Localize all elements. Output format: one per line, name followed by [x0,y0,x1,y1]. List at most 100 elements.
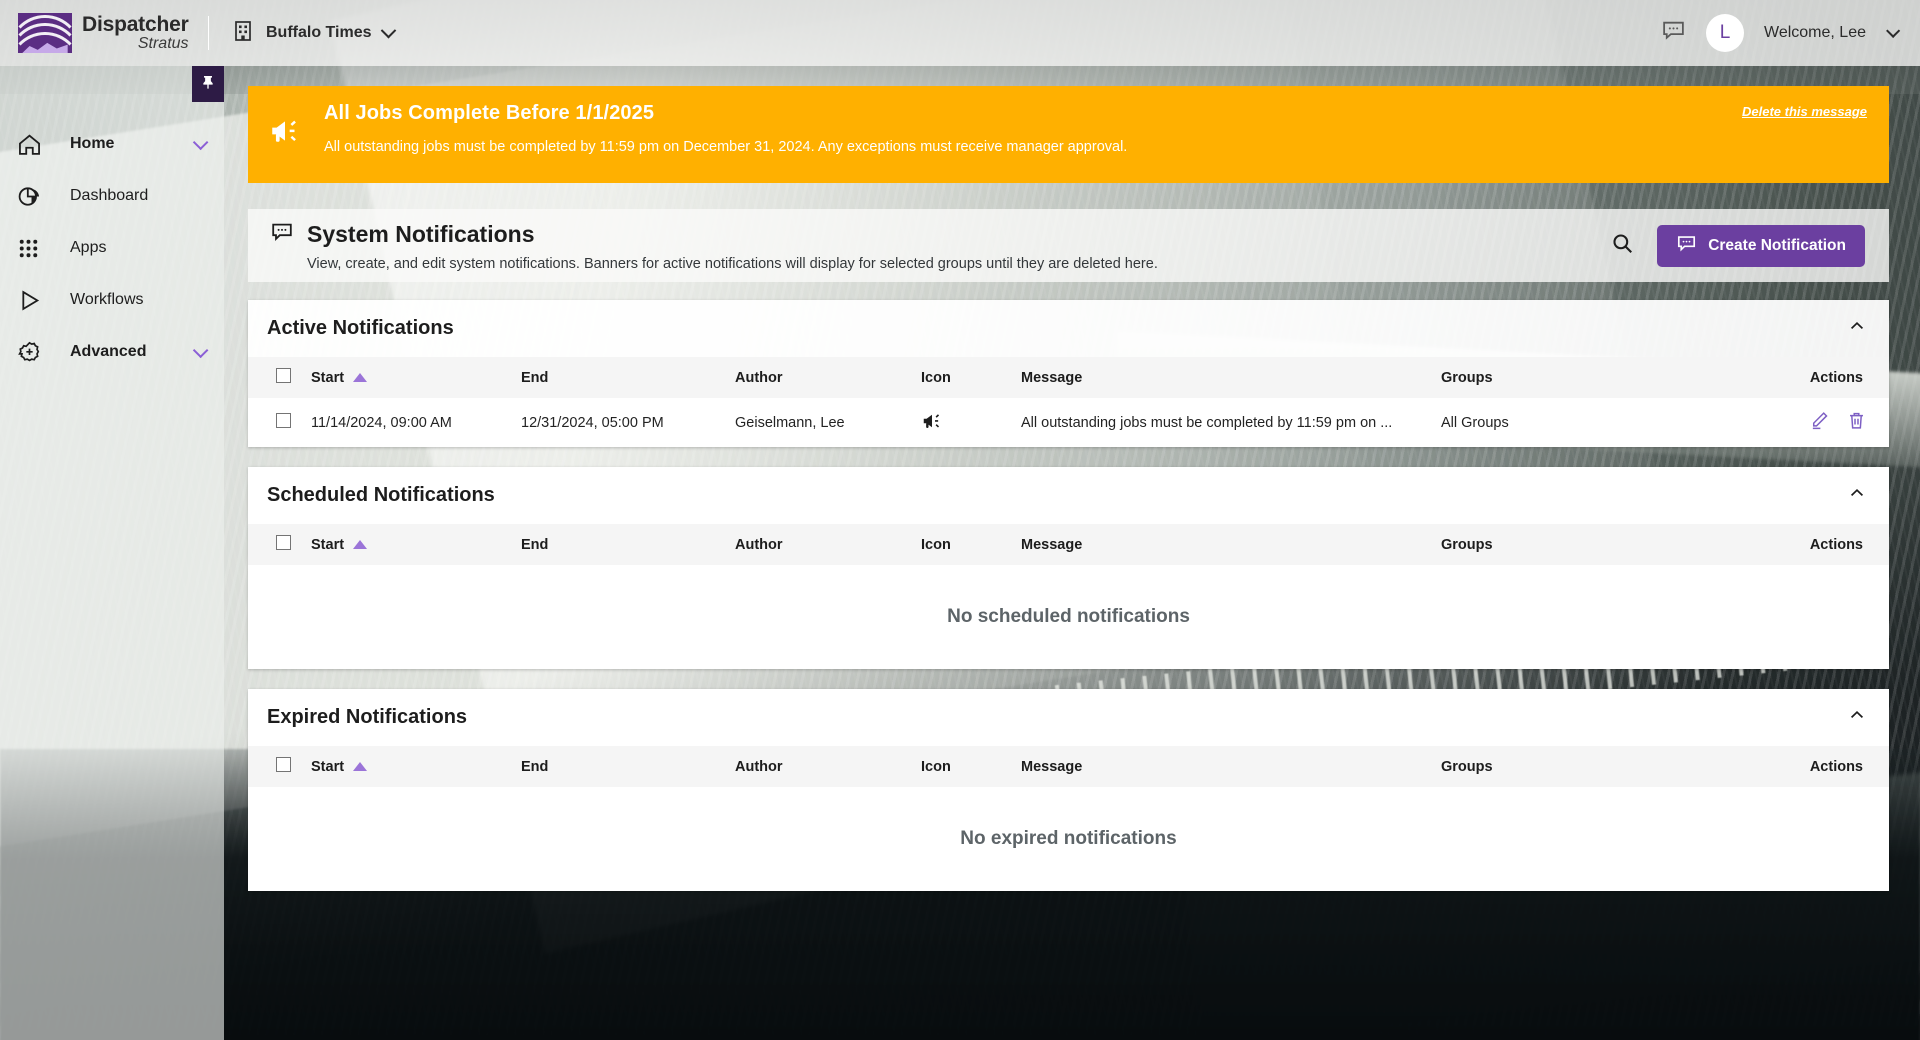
select-all-checkbox[interactable] [276,757,291,772]
table-row[interactable]: 11/14/2024, 09:00 AM 12/31/2024, 05:00 P… [248,398,1889,447]
section-header-expired[interactable]: Expired Notifications [248,689,1889,746]
section-header-scheduled[interactable]: Scheduled Notifications [248,467,1889,524]
sidebar-item-label: Advanced [70,343,147,360]
sidebar-item-advanced[interactable]: Advanced [0,326,224,378]
sidebar: Home Dashboard Apps Workflows Advanced [0,66,224,1040]
cell-groups: All Groups [1441,414,1509,431]
delete-this-message-link[interactable]: Delete this message [1742,104,1867,119]
sidebar-nav: Home Dashboard Apps Workflows Advanced [0,66,224,378]
select-all-header [248,746,311,787]
top-header-bar: Dispatcher Stratus Buffalo Times L Welco… [0,0,1920,66]
cell-message: All outstanding jobs must be completed b… [1021,414,1393,431]
column-label: Start [311,369,345,386]
active-notifications-table: Start End Author Icon Message Groups Act… [248,357,1889,447]
chevron-down-icon[interactable] [1886,23,1901,38]
search-icon[interactable] [1610,231,1635,261]
table-header-row: Start End Author Icon Message Groups Act… [248,746,1889,787]
organization-name: Buffalo Times [266,24,372,41]
select-all-header [248,357,311,398]
column-header-start[interactable]: Start [311,746,521,787]
pin-sidebar-button[interactable] [192,66,224,102]
chevron-up-icon[interactable] [1847,316,1867,341]
select-all-checkbox[interactable] [276,535,291,550]
sidebar-item-home[interactable]: Home [0,118,224,170]
page-header: System Notifications View, create, and e… [248,209,1889,282]
brand-logo[interactable]: Dispatcher Stratus [0,13,200,53]
create-notification-label: Create Notification [1708,236,1846,254]
sidebar-item-label: Workflows [70,291,144,308]
column-header-start[interactable]: Start [311,357,521,398]
organization-selector[interactable]: Buffalo Times [231,19,396,48]
sort-ascending-icon [353,373,368,382]
column-header-message[interactable]: Message [1021,746,1441,787]
column-header-message[interactable]: Message [1021,357,1441,398]
sort-ascending-icon [353,540,368,549]
megaphone-icon [921,413,943,436]
banner-message: All outstanding jobs must be completed b… [324,139,1128,155]
edit-icon[interactable] [1809,410,1830,431]
select-all-checkbox[interactable] [276,368,291,383]
section-title: Active Notifications [267,317,454,339]
chevron-down-icon [192,342,209,358]
column-header-groups[interactable]: Groups [1441,746,1661,787]
column-header-author[interactable]: Author [735,746,921,787]
table-header-row: Start End Author Icon Message Groups Act… [248,357,1889,398]
column-header-icon[interactable]: Icon [921,357,1021,398]
column-header-end[interactable]: End [521,746,735,787]
row-checkbox[interactable] [276,413,291,428]
column-header-end[interactable]: End [521,524,735,565]
scheduled-notifications-table: Start End Author Icon Message Groups Act… [248,524,1889,565]
column-label: Start [311,536,345,553]
sidebar-item-workflows[interactable]: Workflows [0,274,224,326]
avatar[interactable]: L [1706,14,1745,52]
gear-plus-icon [16,339,56,366]
column-header-icon[interactable]: Icon [921,746,1021,787]
chat-bubble-icon[interactable] [1661,18,1686,48]
select-all-header [248,524,311,565]
section-title: Scheduled Notifications [267,484,495,506]
megaphone-icon [268,100,324,153]
chevron-up-icon[interactable] [1847,705,1867,730]
empty-state-expired: No expired notifications [248,787,1889,891]
sidebar-item-label: Home [70,135,115,152]
column-header-start[interactable]: Start [311,524,521,565]
create-notification-button[interactable]: Create Notification [1657,224,1865,267]
column-header-groups[interactable]: Groups [1441,524,1661,565]
page-subtitle: View, create, and edit system notificati… [307,255,1158,272]
main-content: All Jobs Complete Before 1/1/2025 All ou… [224,66,1920,1040]
table-header-row: Start End Author Icon Message Groups Act… [248,524,1889,565]
sidebar-item-label: Dashboard [70,187,149,204]
section-expired-notifications: Expired Notifications Start End Author I… [248,689,1889,891]
row-select-cell [248,398,311,447]
expired-notifications-table: Start End Author Icon Message Groups Act… [248,746,1889,787]
page-title: System Notifications [307,220,535,247]
cell-start: 11/14/2024, 09:00 AM [311,414,452,431]
notification-banner: All Jobs Complete Before 1/1/2025 All ou… [248,86,1889,183]
column-header-message[interactable]: Message [1021,524,1441,565]
column-header-author[interactable]: Author [735,524,921,565]
sidebar-item-label: Apps [70,239,107,256]
avatar-initial: L [1719,22,1731,43]
dispatcher-logo-icon [18,13,72,53]
building-icon [231,19,255,48]
sidebar-item-dashboard[interactable]: Dashboard [0,170,224,222]
chevron-up-icon[interactable] [1847,483,1867,508]
chat-bubble-icon [1676,233,1697,259]
home-icon [16,131,56,158]
sidebar-item-apps[interactable]: Apps [0,222,224,274]
column-header-icon[interactable]: Icon [921,524,1021,565]
column-label: Start [311,758,345,775]
cell-icon [921,398,1021,447]
column-header-actions: Actions [1809,536,1863,553]
brand-name-line2: Stratus [137,35,189,53]
chevron-down-icon [380,22,396,38]
section-title: Expired Notifications [267,706,468,728]
section-header-active[interactable]: Active Notifications [248,300,1889,357]
section-active-notifications: Active Notifications Start End Author Ic… [248,300,1889,447]
delete-icon[interactable] [1846,410,1867,431]
column-header-end[interactable]: End [521,357,735,398]
chat-bubble-icon [270,220,294,249]
column-header-groups[interactable]: Groups [1441,357,1661,398]
column-header-author[interactable]: Author [735,357,921,398]
column-header-actions: Actions [1809,758,1863,775]
